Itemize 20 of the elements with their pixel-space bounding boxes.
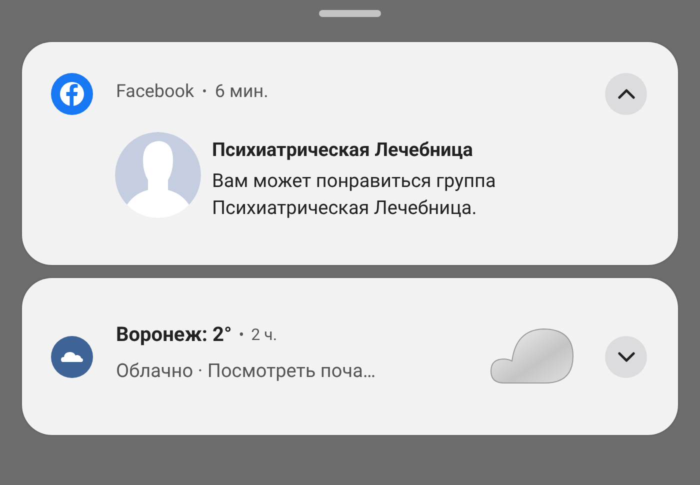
notification-card[interactable]: Воронеж: 2° • 2 ч. Облачно · Посмотреть поча…: [22, 278, 678, 435]
notification-time: 6 мин.: [214, 81, 268, 102]
facebook-f-icon: [51, 73, 93, 115]
cloud-icon: [51, 336, 93, 378]
avatar-silhouette-icon: [115, 132, 201, 218]
notification-body: Вам может понравиться группа Психиатрическая Лечебница.: [212, 168, 497, 221]
expand-button[interactable]: [605, 336, 647, 378]
chevron-down-icon: [618, 352, 634, 362]
notification-time: 2 ч.: [251, 324, 278, 344]
cloud-icon: [490, 328, 574, 384]
chevron-up-icon: [618, 89, 634, 99]
app-name: Facebook: [116, 81, 194, 102]
separator-dot: •: [238, 324, 244, 344]
notification-card[interactable]: Facebook • 6 мин. Психиатрическая Лечебница Вам может понравиться группа Психиатрическая Лечебница.: [22, 42, 678, 265]
collapse-button[interactable]: [605, 73, 647, 115]
notification-body: Облачно · Посмотреть поча…: [116, 359, 377, 382]
separator-dot: •: [202, 84, 207, 100]
notification-title: Психиатрическая Лечебница: [212, 138, 474, 161]
notification-title: Воронеж: 2°: [116, 322, 232, 346]
drag-handle[interactable]: [319, 10, 381, 17]
